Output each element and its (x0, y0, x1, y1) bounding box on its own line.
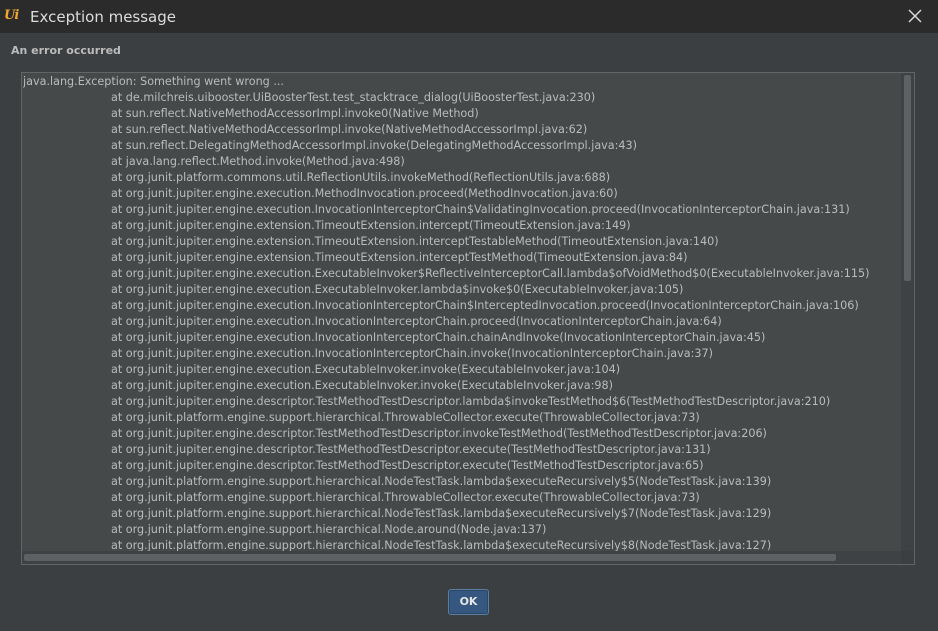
stack-frame-line: at org.junit.jupiter.engine.execution.In… (111, 331, 766, 344)
exception-line: java.lang.Exception: Something went wron… (23, 75, 284, 88)
title-bar[interactable]: Ui Exception message (0, 0, 938, 33)
stack-frame-line: at org.junit.jupiter.engine.execution.Ex… (111, 267, 870, 280)
exception-dialog: Ui Exception message An error occurred j… (0, 0, 938, 631)
error-heading: An error occurred (11, 44, 121, 57)
scrollbar-corner (901, 551, 914, 564)
stack-frame-line: at org.junit.platform.engine.support.hie… (111, 523, 547, 536)
stack-frame-line: at de.milchreis.uibooster.UiBoosterTest.… (111, 91, 596, 104)
stack-frame-line: at org.junit.jupiter.engine.descriptor.T… (111, 459, 704, 472)
stack-frame-line: at org.junit.jupiter.engine.execution.Ex… (111, 379, 613, 392)
stack-frame-line: at org.junit.jupiter.engine.execution.Ex… (111, 363, 621, 376)
stack-frame-line: at org.junit.jupiter.engine.execution.In… (111, 299, 859, 312)
stack-frame-line: at org.junit.jupiter.engine.descriptor.T… (111, 443, 711, 456)
stack-frame-line: at org.junit.jupiter.engine.descriptor.T… (111, 395, 831, 408)
uibooster-logo-icon: Ui (4, 8, 19, 23)
close-button[interactable] (892, 0, 938, 33)
stack-frame-line: at org.junit.jupiter.engine.extension.Ti… (111, 235, 719, 248)
ok-button[interactable]: OK (448, 589, 489, 615)
stack-frame-line: at sun.reflect.NativeMethodAccessorImpl.… (111, 123, 588, 136)
stack-frame-line: at sun.reflect.NativeMethodAccessorImpl.… (111, 107, 479, 120)
stack-frame-line: at org.junit.platform.engine.support.hie… (111, 507, 772, 520)
stack-frame-line: at org.junit.jupiter.engine.execution.In… (111, 347, 714, 360)
stack-frame-line: at sun.reflect.DelegatingMethodAccessorI… (111, 139, 638, 152)
stack-frame-line: at org.junit.platform.engine.support.hie… (111, 491, 700, 504)
vertical-scrollbar[interactable] (901, 73, 914, 552)
stack-frame-line: at org.junit.platform.engine.support.hie… (111, 411, 700, 424)
stack-frame-line: at org.junit.jupiter.engine.execution.Ex… (111, 283, 684, 296)
vertical-scrollbar-thumb[interactable] (904, 75, 911, 281)
stack-frame-line: at org.junit.jupiter.engine.descriptor.T… (111, 427, 767, 440)
stack-frame-line: at org.junit.platform.engine.support.hie… (111, 475, 772, 488)
stack-frame-line: at org.junit.platform.commons.util.Refle… (111, 171, 611, 184)
window-title: Exception message (30, 8, 177, 26)
stacktrace-text[interactable]: java.lang.Exception: Something went wron… (23, 74, 903, 552)
stacktrace-text-area[interactable]: java.lang.Exception: Something went wron… (21, 72, 915, 565)
stack-frame-line: at org.junit.jupiter.engine.extension.Ti… (111, 219, 631, 232)
close-icon (908, 9, 922, 23)
stack-frame-line: at org.junit.jupiter.engine.execution.In… (111, 315, 722, 328)
horizontal-scrollbar-thumb[interactable] (24, 554, 836, 561)
stack-frame-line: at org.junit.jupiter.engine.execution.Me… (111, 187, 618, 200)
stack-frame-line: at org.junit.jupiter.engine.execution.In… (111, 203, 850, 216)
stack-frame-line: at org.junit.jupiter.engine.extension.Ti… (111, 251, 688, 264)
stack-frame-line: at java.lang.reflect.Method.invoke(Metho… (111, 155, 405, 168)
stack-frame-line: at org.junit.platform.engine.support.hie… (111, 539, 772, 552)
horizontal-scrollbar[interactable] (22, 551, 902, 564)
